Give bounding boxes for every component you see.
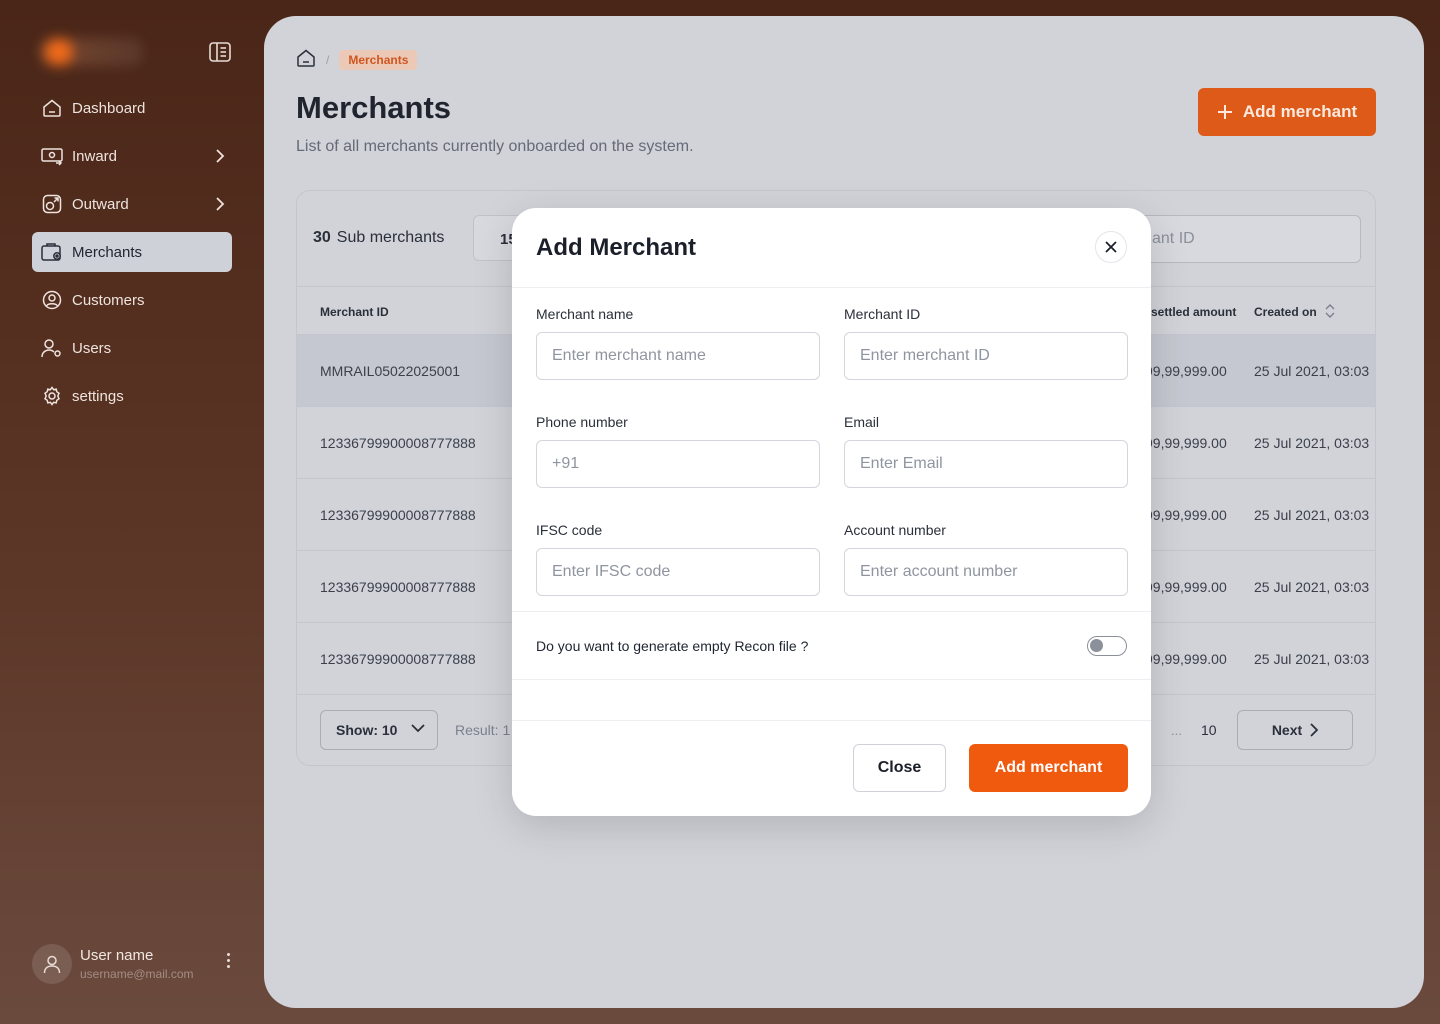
chevron-right-icon — [208, 192, 232, 216]
home-icon — [40, 96, 64, 120]
sidebar-item-outward[interactable]: Outward — [32, 184, 232, 224]
pagination-page-10[interactable]: 10 — [1201, 722, 1217, 738]
sidebar-item-merchants[interactable]: Merchants — [32, 232, 232, 272]
chevron-right-icon — [1310, 723, 1319, 737]
sidebar-item-label: Merchants — [72, 243, 143, 261]
divider — [512, 720, 1151, 721]
merchant-id-label: Merchant ID — [844, 306, 921, 322]
sidebar-item-label: Customers — [72, 291, 145, 309]
sidebar-item-label: Inward — [72, 147, 118, 165]
sidebar: Dashboard Inward Outward Merchants Custo… — [0, 0, 264, 1024]
breadcrumb-separator: / — [326, 53, 330, 67]
sidebar-item-dashboard[interactable]: Dashboard — [32, 88, 232, 128]
phone-input[interactable] — [536, 440, 820, 488]
result-count: Result: 1 — [455, 722, 511, 738]
avatar — [32, 944, 72, 984]
divider — [512, 611, 1151, 612]
user-email: username@mail.com — [80, 967, 194, 981]
next-page-button[interactable]: Next — [1237, 710, 1353, 750]
email-input[interactable] — [844, 440, 1128, 488]
sidebar-item-label: Users — [72, 339, 112, 357]
phone-label: Phone number — [536, 414, 628, 430]
sidebar-item-settings[interactable]: settings — [32, 376, 232, 416]
merchant-id-input[interactable] — [844, 332, 1128, 380]
plus-icon — [1217, 105, 1232, 119]
recon-question: Do you want to generate empty Recon file… — [536, 638, 809, 654]
add-merchant-label: Add merchant — [1242, 102, 1358, 121]
column-settled-amount[interactable]: settled amount — [1151, 305, 1236, 319]
ifsc-label: IFSC code — [536, 522, 603, 538]
sidebar-item-users[interactable]: Users — [32, 328, 232, 368]
sidebar-item-label: Outward — [72, 195, 129, 213]
close-button[interactable]: Close — [853, 744, 946, 792]
user-name: User name — [80, 947, 154, 964]
merchant-name-label: Merchant name — [536, 306, 634, 322]
account-number-input[interactable] — [844, 548, 1128, 596]
user-profile[interactable]: User name username@mail.com — [32, 944, 242, 984]
more-options-icon[interactable] — [220, 948, 236, 972]
chevron-down-icon — [411, 724, 425, 733]
chevron-right-icon — [208, 144, 232, 168]
home-icon[interactable] — [296, 48, 316, 73]
merchants-icon — [40, 240, 64, 264]
column-merchant-id[interactable]: Merchant ID — [320, 305, 389, 319]
submit-add-merchant-button[interactable]: Add merchant — [969, 744, 1128, 792]
sidebar-item-customers[interactable]: Customers — [32, 280, 232, 320]
sidebar-nav: Dashboard Inward Outward Merchants Custo… — [32, 88, 232, 424]
email-label: Email — [844, 414, 880, 430]
sidebar-item-label: Dashboard — [72, 99, 146, 117]
close-icon[interactable] — [1095, 231, 1127, 263]
divider — [512, 287, 1151, 288]
pagination-ellipsis: ... — [1171, 723, 1182, 738]
divider — [512, 679, 1151, 680]
sidebar-item-label: settings — [72, 387, 124, 405]
page-size-select[interactable]: Show: 10 — [320, 710, 438, 750]
gear-icon — [40, 384, 64, 408]
breadcrumb: / Merchants — [296, 48, 418, 73]
brand-logo — [40, 38, 144, 66]
ifsc-input[interactable] — [536, 548, 820, 596]
page-subtitle: List of all merchants currently onboarde… — [296, 138, 694, 155]
sidebar-item-inward[interactable]: Inward — [32, 136, 232, 176]
page-title: Merchants — [296, 90, 452, 125]
inward-icon — [40, 144, 64, 168]
sidebar-collapse-icon[interactable] — [207, 40, 233, 64]
account-number-label: Account number — [844, 522, 946, 538]
add-merchant-modal: Add Merchant Merchant name Merchant ID P… — [512, 208, 1151, 816]
modal-title: Add Merchant — [536, 234, 697, 261]
recon-toggle[interactable] — [1087, 636, 1127, 656]
toggle-knob — [1090, 639, 1103, 652]
merchant-name-input[interactable] — [536, 332, 820, 380]
column-created-on[interactable]: Created on — [1254, 303, 1335, 319]
merchant-count: 30 Sub merchants — [313, 229, 445, 246]
customers-icon — [40, 288, 64, 312]
breadcrumb-current: Merchants — [339, 50, 418, 70]
sort-icon[interactable] — [1325, 303, 1335, 319]
users-icon — [40, 336, 64, 360]
outward-icon — [40, 192, 64, 216]
add-merchant-button[interactable]: Add merchant — [1198, 88, 1376, 136]
